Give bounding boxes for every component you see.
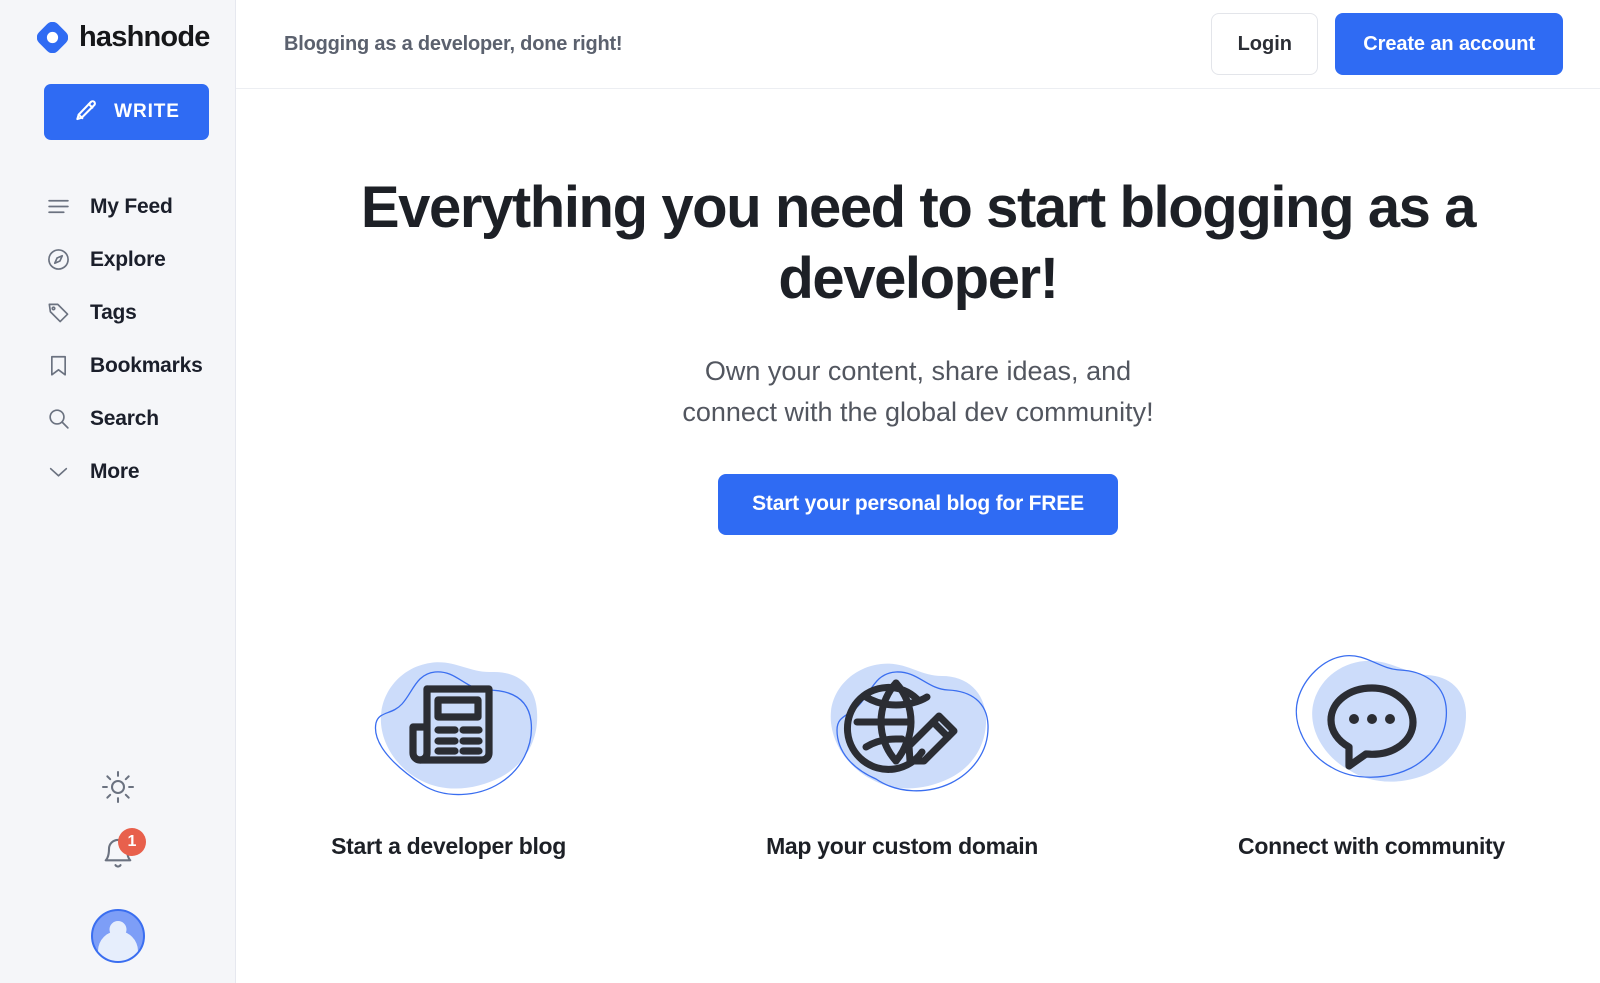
start-blog-button[interactable]: Start your personal blog for FREE xyxy=(718,473,1118,535)
hero-subtitle: Own your content, share ideas, and conne… xyxy=(682,355,1154,427)
write-button-label: WRITE xyxy=(114,101,180,122)
sidebar-item-label: Tags xyxy=(90,300,137,324)
newspaper-icon xyxy=(354,631,544,811)
main-content: Blogging as a developer, done right! Log… xyxy=(236,0,1600,983)
pencil-icon xyxy=(73,98,99,127)
sidebar-item-bookmarks[interactable]: Bookmarks xyxy=(0,339,235,392)
hashnode-diamond-logo-icon xyxy=(36,21,69,54)
sidebar-item-label: Bookmarks xyxy=(90,353,203,377)
search-icon xyxy=(46,406,71,431)
app-root: hashnode WRITE My Feed Explore Tags Book… xyxy=(0,0,1600,983)
notifications-badge: 1 xyxy=(118,828,146,856)
top-header: Blogging as a developer, done right! Log… xyxy=(236,0,1600,89)
brand-name: hashnode xyxy=(79,21,210,53)
sidebar-item-label: More xyxy=(90,459,140,483)
avatar-body-shape xyxy=(98,931,138,961)
sidebar-item-explore[interactable]: Explore xyxy=(0,233,235,286)
login-button[interactable]: Login xyxy=(1211,13,1319,75)
chat-bubble-icon xyxy=(1276,631,1467,811)
hero-section: Everything you need to start blogging as… xyxy=(236,89,1600,983)
sidebar-bottom-actions: 1 xyxy=(0,769,236,963)
create-account-button[interactable]: Create an account xyxy=(1335,13,1563,75)
sidebar-item-more[interactable]: More xyxy=(0,445,235,498)
sidebar-item-label: My Feed xyxy=(90,194,173,218)
menu-lines-icon xyxy=(46,194,71,219)
tag-icon xyxy=(46,300,71,325)
sidebar: hashnode WRITE My Feed Explore Tags Book… xyxy=(0,0,236,983)
sidebar-item-my-feed[interactable]: My Feed xyxy=(0,180,235,233)
header-actions: Login Create an account xyxy=(1211,13,1563,75)
feature-label: Connect with community xyxy=(1238,832,1505,859)
header-tagline: Blogging as a developer, done right! xyxy=(284,32,623,55)
notifications-button[interactable]: 1 xyxy=(97,828,146,877)
feature-start-a-developer-blog[interactable]: Start a developer blog xyxy=(331,631,566,860)
write-button[interactable]: WRITE xyxy=(44,84,209,140)
theme-toggle-button[interactable] xyxy=(98,769,138,809)
feature-connect-with-community[interactable]: Connect with community xyxy=(1238,631,1505,860)
globe-pencil-icon xyxy=(807,631,997,811)
feature-label: Map your custom domain xyxy=(766,832,1039,859)
sidebar-nav: My Feed Explore Tags Bookmarks Search Mo… xyxy=(0,180,235,498)
sun-icon xyxy=(100,769,136,810)
feature-map-your-custom-domain[interactable]: Map your custom domain xyxy=(766,631,1038,860)
sidebar-item-label: Explore xyxy=(90,247,166,271)
page-title: Everything you need to start blogging as… xyxy=(360,175,1477,311)
brand-logo[interactable]: hashnode xyxy=(0,0,235,60)
sidebar-item-label: Search xyxy=(90,406,159,430)
sidebar-item-search[interactable]: Search xyxy=(0,392,235,445)
feature-list: Start a developer blog Map your custom d… xyxy=(236,631,1600,860)
chevron-down-icon xyxy=(46,459,71,484)
avatar[interactable] xyxy=(91,909,145,963)
feature-label: Start a developer blog xyxy=(331,832,567,859)
bookmark-icon xyxy=(46,353,71,378)
compass-icon xyxy=(46,247,71,272)
sidebar-item-tags[interactable]: Tags xyxy=(0,286,235,339)
